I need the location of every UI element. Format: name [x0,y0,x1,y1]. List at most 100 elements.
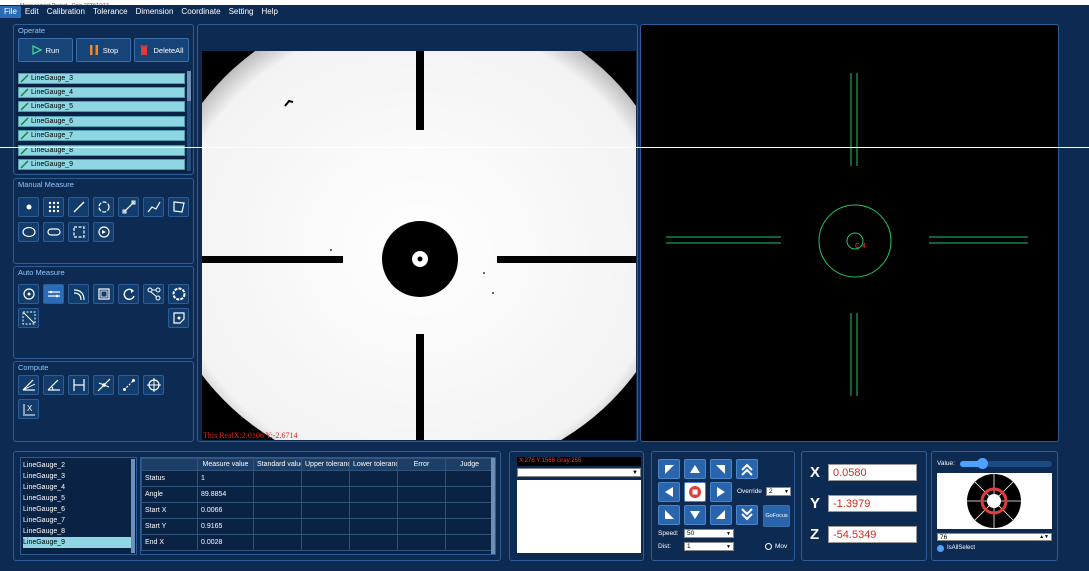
polyline-tool-icon[interactable] [143,197,164,217]
slot-tool-icon[interactable] [43,222,64,242]
up-right-arrow-icon[interactable] [710,459,732,479]
menu-bar: File Edit Calibration Tolerance Dimensio… [0,5,1089,19]
z-down-arrow-icon[interactable] [736,505,758,525]
list-item[interactable]: LineGauge_7 [18,130,185,141]
stop-label: Stop [102,45,119,55]
midpoint-tool-icon[interactable] [118,375,139,395]
auto-rotate-tool-icon[interactable] [118,284,139,304]
angle-bisect-tool-icon[interactable] [18,375,39,395]
table-row[interactable]: Status 1 [141,470,494,487]
polygon-tool-icon[interactable] [168,197,189,217]
dist-select[interactable]: 1 ▼ [684,542,734,551]
play-icon [31,45,42,55]
line-icon [19,74,31,83]
mov-radio[interactable] [765,543,772,550]
table-row[interactable]: Start Y 0.9165 [141,518,494,535]
light-slider[interactable] [960,458,1052,469]
override-select[interactable]: 2 ▼ [766,487,791,496]
list-item[interactable]: LineGauge_6 [23,504,127,515]
list-item[interactable]: LineGauge_5 [18,101,185,112]
speed-select[interactable]: 50 ▼ [684,529,734,538]
list-item[interactable]: LineGauge_2 [23,460,127,471]
list-item[interactable]: LineGauge_4 [23,482,127,493]
menu-file[interactable]: File [0,6,21,18]
table-scrollbar[interactable] [491,458,495,554]
y-coordinate-field: -1.3979 [828,495,917,512]
list-scrollbar[interactable] [187,71,191,171]
up-left-arrow-icon[interactable] [658,459,680,479]
list-item[interactable]: LineGauge_4 [18,87,185,98]
run-button[interactable]: Run [18,38,73,62]
list-item[interactable]: LineGauge_6 [18,116,185,127]
run-label: Run [45,45,60,55]
multi-point-tool-icon[interactable] [43,197,64,217]
z-axis-label: Z [810,526,820,543]
list-item[interactable]: LineGauge_3 [18,73,185,84]
delete-all-button[interactable]: DeleteAll [134,38,189,62]
gofocus-button[interactable]: GoFocus [763,505,790,527]
list-scrollbar[interactable] [131,459,135,553]
line-tool-icon[interactable] [68,197,89,217]
light-ring-icon[interactable] [937,473,1052,529]
result-list[interactable]: LineGauge_2 LineGauge_3 LineGauge_4 Line… [20,457,137,555]
down-left-arrow-icon[interactable] [658,505,680,525]
auto-arc-tool-icon[interactable] [68,284,89,304]
pixel-info-panel: X:276 Y:1568 Gray:255 ▼ [509,451,644,561]
width-tool-icon[interactable] [68,375,89,395]
ellipse-tool-icon[interactable] [18,222,39,242]
menu-calibration[interactable]: Calibration [43,6,89,18]
auto-template-tool-icon[interactable] [168,308,189,328]
point-tool-icon[interactable] [18,197,39,217]
table-row[interactable]: Start X 0.0066 [141,502,494,519]
table-row[interactable]: End X 0.0028 [141,534,494,551]
distance-tool-icon[interactable] [118,197,139,217]
angle-tool-icon[interactable] [43,375,64,395]
all-select-checkbox[interactable] [937,545,944,552]
intersect-tool-icon[interactable] [93,375,114,395]
table-row[interactable]: Angle 89.8854 [141,486,494,503]
up-arrow-icon[interactable] [684,459,706,479]
auto-points-tool-icon[interactable] [143,284,164,304]
menu-help[interactable]: Help [257,6,281,18]
rectangle-tool-icon[interactable] [68,222,89,242]
list-item[interactable]: LineGauge_8 [23,526,127,537]
transform-x-tool-icon[interactable]: X [18,399,39,419]
operate-list[interactable]: LineGauge_3 LineGauge_4 LineGauge_5 Line… [16,71,192,173]
down-right-arrow-icon[interactable] [710,505,732,525]
left-arrow-icon[interactable] [658,482,680,502]
right-arrow-icon[interactable] [710,482,732,502]
list-item[interactable]: LineGauge_9 [23,537,133,548]
center-tool-icon[interactable] [143,375,164,395]
x-coordinate-field: 0.0580 [828,464,917,481]
menu-dimension[interactable]: Dimension [132,6,178,18]
auto-measure-title: Auto Measure [18,268,65,277]
auto-line-tool-icon[interactable] [43,284,64,304]
light-value-field[interactable]: 76 ▲▼ [937,533,1052,541]
line-icon [19,102,31,111]
stop-motion-button[interactable] [684,482,706,502]
auto-rect-tool-icon[interactable] [93,284,114,304]
motion-panel: Override 2 ▼ GoFocus Speed: 50 ▼ Dist: 1 ▼ … [651,451,795,561]
list-item[interactable]: LineGauge_3 [23,471,127,482]
pixel-info-select[interactable]: ▼ [517,468,641,477]
circle-tool-icon[interactable] [93,197,114,217]
auto-ring-tool-icon[interactable] [168,284,189,304]
auto-circle-tool-icon[interactable] [18,284,39,304]
list-item[interactable]: LineGauge_7 [23,515,127,526]
menu-coordinate[interactable]: Coordinate [177,6,224,18]
z-up-arrow-icon[interactable] [736,459,758,479]
line-icon [19,131,31,140]
light-slider-handle[interactable] [976,458,988,469]
down-arrow-icon[interactable] [684,505,706,525]
menu-edit[interactable]: Edit [21,6,43,18]
stop-button[interactable]: Stop [76,38,131,62]
graphic-view[interactable]: C 4 [641,25,1058,441]
auto-measure-panel: Auto Measure [13,266,194,359]
menu-tolerance[interactable]: Tolerance [89,6,132,18]
list-item[interactable]: LineGauge_9 [18,159,185,170]
list-item[interactable]: LineGauge_5 [23,493,127,504]
auto-diagonal-tool-icon[interactable] [18,308,39,328]
camera-view[interactable]: This RealX:2.0106 Y:-2.6714 [202,51,636,440]
rotate-tool-icon[interactable] [93,222,114,242]
menu-setting[interactable]: Setting [225,6,258,18]
